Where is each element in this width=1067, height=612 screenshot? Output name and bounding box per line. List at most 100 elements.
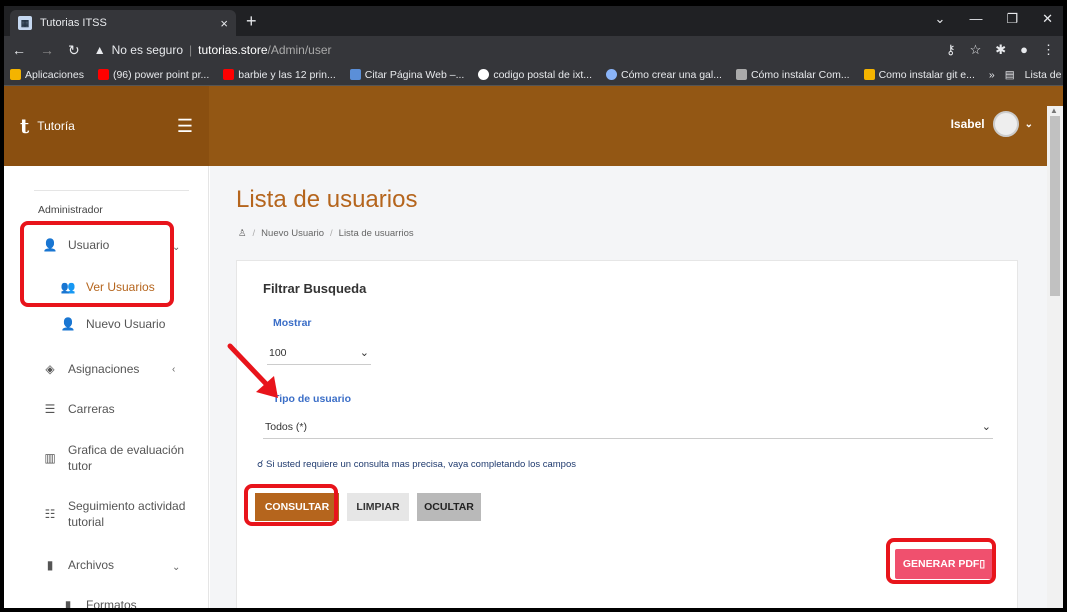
sidebar-item-seguimiento[interactable]: ☷ Seguimiento actividad tutorial [42, 498, 186, 530]
user-menu[interactable]: Isabel ⌄ [951, 111, 1033, 137]
security-label: No es seguro [111, 43, 183, 57]
url-host: tutorias.store [198, 43, 268, 57]
bookmark-item[interactable]: Aplicaciones [10, 69, 84, 81]
file-icon: ▮ [46, 558, 54, 572]
bookmarks-right: » ▤ Lista de lectura [989, 69, 1063, 81]
extensions-icon[interactable]: ✱ [995, 42, 1006, 58]
home-user-icon[interactable]: ♙ [238, 228, 247, 239]
search-hint: ☌ Si usted requiere un consulta mas prec… [257, 459, 577, 470]
bookmark-item[interactable]: Cómo instalar Com... [735, 69, 850, 81]
sidebar-item-formatos[interactable]: ▮ Formatos [60, 598, 137, 612]
tab-close-icon[interactable]: × [220, 16, 228, 31]
reload-icon[interactable]: ↻ [68, 42, 80, 59]
browser-tab-bar: ▦ Tutorias ITSS × + ⌄ — ❐ ✕ [4, 6, 1063, 36]
bookmark-item[interactable]: Como instalar git e... [863, 69, 975, 81]
show-label: Mostrar [273, 317, 312, 329]
page-title: Lista de usuarios [236, 186, 418, 213]
window-frame: ▦ Tutorias ITSS × + ⌄ — ❐ ✕ ← → ↻ ▲ No e… [0, 0, 1067, 612]
chevron-down-icon: ⌄ [1024, 118, 1033, 130]
file-pdf-icon: ▯ [979, 558, 986, 570]
bookmark-item[interactable]: (96) power point pr... [97, 69, 209, 81]
list-icon: ☰ [44, 402, 56, 416]
google-icon [478, 69, 490, 80]
checklist-icon: ☷ [44, 507, 56, 521]
tab-favicon-icon: ▦ [18, 16, 32, 30]
minimize-icon[interactable]: — [969, 11, 982, 27]
bookmarks-bar: Aplicaciones (96) power point pr... barb… [4, 64, 1063, 86]
file-icon: ▮ [64, 598, 72, 612]
chevron-down-icon[interactable]: ⌄ [172, 242, 180, 253]
limpiar-button[interactable]: LIMPIAR [347, 493, 409, 521]
generar-pdf-button[interactable]: GENERAR PDF ▯ [895, 549, 993, 579]
warning-icon: ▲ [93, 43, 106, 57]
scroll-thumb[interactable] [1050, 116, 1060, 296]
restore-icon[interactable]: ❐ [1006, 11, 1018, 27]
forward-icon[interactable]: → [40, 42, 54, 58]
url-separator: | [189, 43, 193, 57]
app-header: t Tutoría ☰ Isabel ⌄ [4, 86, 1063, 166]
tags-icon: ◈ [45, 362, 55, 376]
chevron-down-icon: ⌄ [981, 421, 991, 433]
bookmark-item[interactable]: codigo postal de ixt... [478, 69, 592, 81]
window-controls: ⌄ — ❐ ✕ [935, 11, 1053, 27]
bookmark-favicon-icon [863, 69, 875, 80]
chevron-left-icon[interactable]: ‹ [172, 364, 175, 375]
tab-title: Tutorias ITSS [40, 17, 107, 29]
scroll-down-icon[interactable]: ▼ [1050, 607, 1058, 608]
user-type-select[interactable]: Todos (*) ⌄ [263, 415, 993, 439]
browser-tab[interactable]: ▦ Tutorias ITSS × [10, 10, 236, 36]
avatar [992, 111, 1019, 137]
sidebar: Administrador 👤 Usuario ⌄ 👥 Ver Usuarios… [4, 166, 209, 612]
user-type-label: Tipo de usuario [273, 393, 351, 405]
close-window-icon[interactable]: ✕ [1042, 11, 1053, 27]
star-icon[interactable]: ☆ [970, 42, 982, 58]
bar-chart-icon: ▥ [44, 451, 56, 465]
chevron-down-icon: ⌄ [359, 347, 369, 359]
apps-grid-icon [10, 69, 21, 80]
ocultar-button[interactable]: OCULTAR [417, 493, 481, 521]
scroll-up-icon[interactable]: ▲ [1050, 106, 1058, 115]
key-icon[interactable]: ⚷ [946, 42, 956, 58]
consultar-button[interactable]: CONSULTAR [255, 493, 339, 521]
bookmark-item[interactable]: barbie y las 12 prin... [223, 69, 336, 81]
chevron-down-icon[interactable]: ⌄ [172, 562, 180, 573]
breadcrumb-item[interactable]: Nuevo Usuario [261, 228, 324, 239]
more-bookmarks-icon[interactable]: » [989, 69, 995, 81]
sidebar-item-asignaciones[interactable]: ◈ Asignaciones [42, 362, 139, 376]
back-icon[interactable]: ← [12, 42, 26, 58]
new-tab-icon[interactable]: + [246, 11, 257, 32]
bookmark-item[interactable]: Cómo crear una gal... [606, 69, 722, 81]
profile-icon[interactable]: ● [1020, 42, 1028, 58]
filter-title: Filtrar Busqueda [263, 281, 367, 296]
brand-name[interactable]: Tutoría [37, 119, 177, 133]
address-bar: ← → ↻ ▲ No es seguro | tutorias.store /A… [4, 36, 1063, 64]
user-edit-icon: 👤 [42, 238, 58, 252]
url-path: /Admin/user [267, 43, 332, 57]
sidebar-item-ver-usuarios[interactable]: 👥 Ver Usuarios [60, 280, 155, 294]
show-select[interactable]: 100 ⌄ [267, 341, 371, 365]
main-content: Lista de usuarios ♙ / Nuevo Usuario / Li… [210, 166, 1050, 608]
sidebar-item-carreras[interactable]: ☰ Carreras [42, 402, 115, 416]
sidebar-item-nuevo-usuario[interactable]: 👤 Nuevo Usuario [60, 317, 166, 331]
reading-list-icon[interactable]: ▤ [1005, 69, 1015, 81]
page-scrollbar[interactable]: ▲ ▼ [1047, 106, 1063, 608]
url-field[interactable]: ▲ No es seguro | tutorias.store /Admin/u… [94, 43, 332, 57]
youtube-icon [97, 69, 109, 80]
tab-search-icon[interactable]: ⌄ [935, 11, 946, 27]
bookmark-favicon-icon [735, 69, 747, 80]
sidebar-item-usuario[interactable]: 👤 Usuario [42, 238, 110, 252]
user-name: Isabel [950, 117, 985, 131]
sidebar-item-archivos[interactable]: ▮ Archivos [42, 558, 114, 572]
hamburger-menu-icon[interactable]: ☰ [177, 116, 193, 137]
address-bar-actions: ⚷ ☆ ✱ ● ⋮ [946, 42, 1055, 58]
brand-logo[interactable]: t [20, 114, 29, 138]
bookmark-favicon-icon [349, 69, 361, 80]
sidebar-divider [34, 190, 189, 191]
bookmark-item[interactable]: Citar Página Web –... [349, 69, 464, 81]
sidebar-item-grafica[interactable]: ▥ Grafica de evaluación tutor [42, 442, 184, 474]
reading-list-link[interactable]: Lista de lectura [1025, 69, 1063, 81]
brand: t Tutoría ☰ [4, 86, 209, 166]
sidebar-heading: Administrador [38, 204, 103, 216]
bookmark-favicon-icon [606, 69, 617, 80]
menu-dots-icon[interactable]: ⋮ [1042, 42, 1055, 58]
